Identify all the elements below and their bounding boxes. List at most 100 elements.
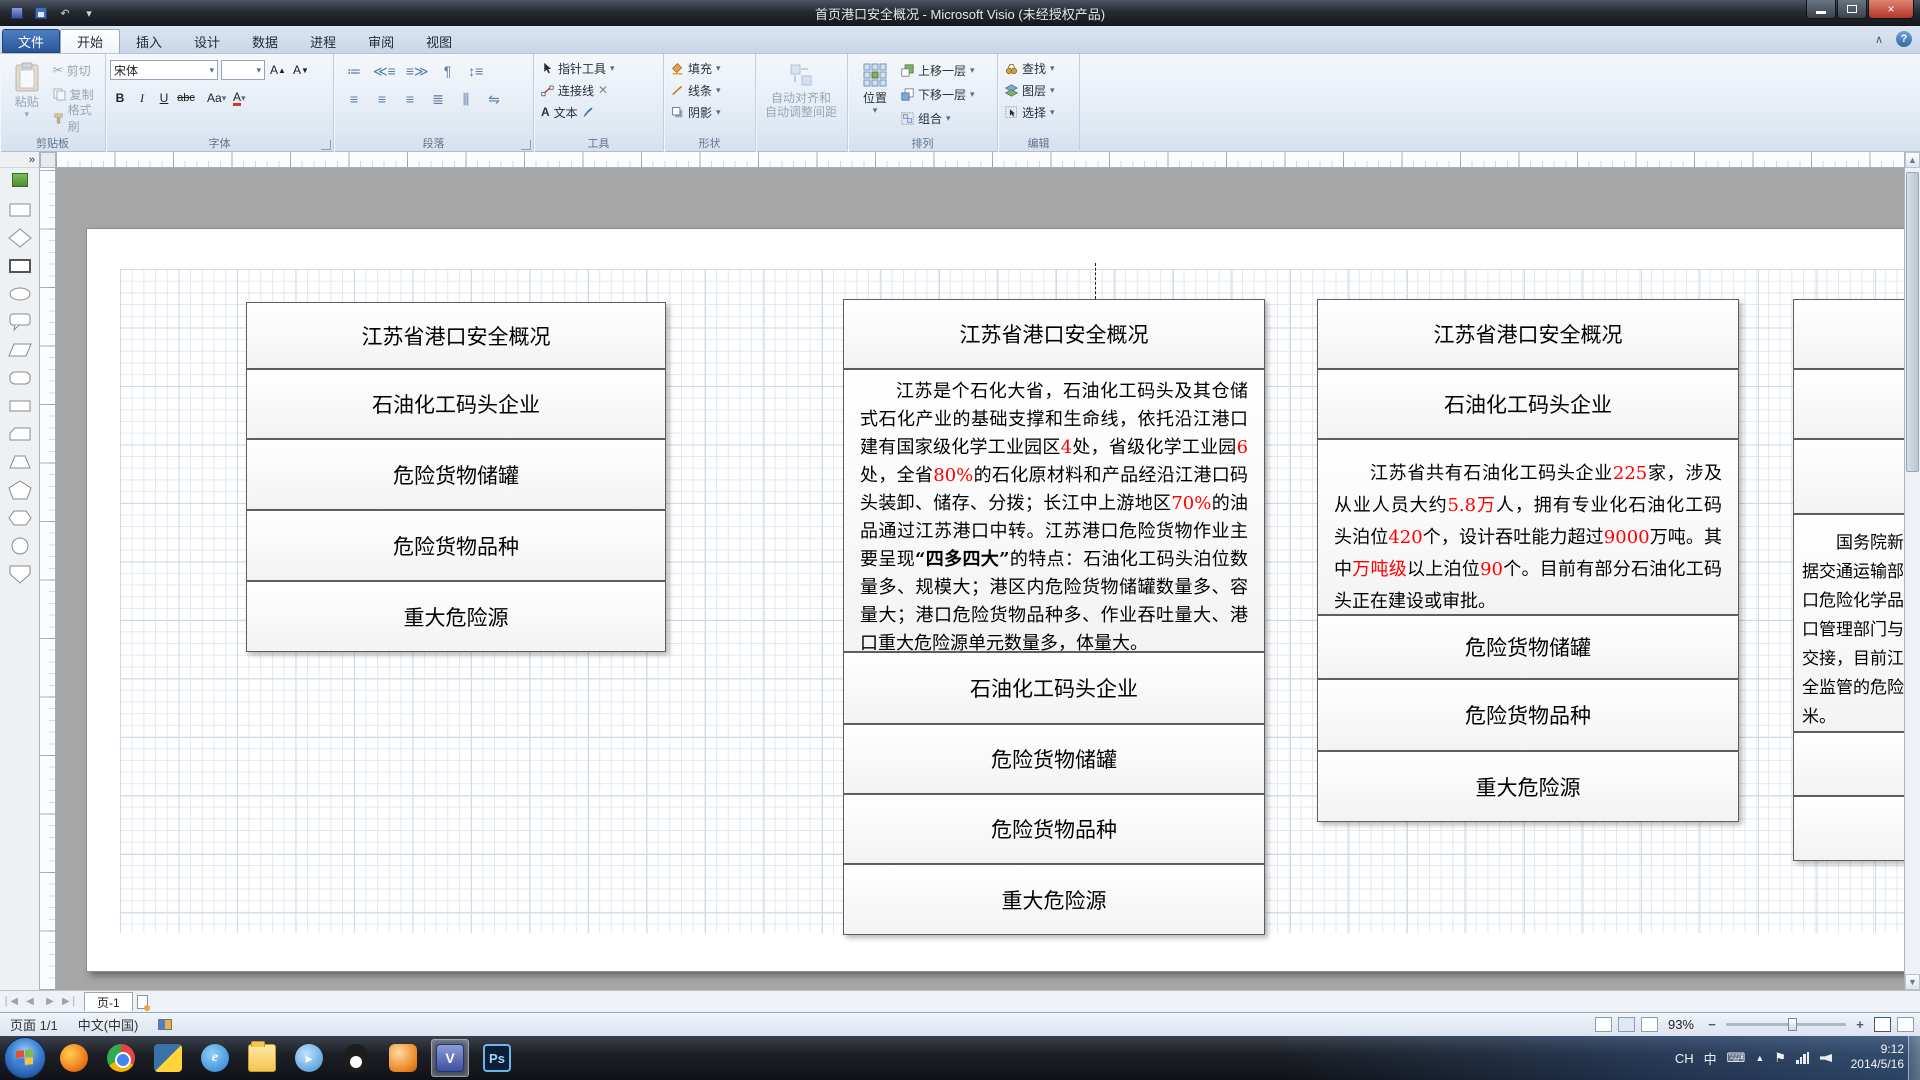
paste-button[interactable]: 粘贴 ▾ [4, 57, 50, 133]
save-icon[interactable] [32, 5, 50, 21]
status-language[interactable]: 中文(中国) [68, 1013, 149, 1036]
grow-font-button[interactable]: A▲ [268, 60, 288, 80]
tab-process[interactable]: 进程 [294, 29, 352, 53]
guide-line[interactable] [1095, 263, 1096, 299]
stencil-shape-hexagon[interactable] [7, 508, 33, 528]
bold-button[interactable]: B [110, 88, 130, 108]
shape-col1-item1[interactable]: 石油化工码头企业 [246, 369, 666, 439]
align-right-icon[interactable]: ≡ [400, 89, 420, 109]
taskbar-icon-folder[interactable] [243, 1039, 281, 1077]
zoom-slider-thumb[interactable] [1788, 1018, 1797, 1031]
shape-col4-box5[interactable] [1793, 732, 1904, 796]
shape-col3-item3[interactable]: 重大危险源 [1317, 751, 1739, 822]
shape-col3-paragraph[interactable]: 江苏省共有石油化工码头企业225家，涉及从业人员大约5.8万人，拥有专业化石油化… [1317, 439, 1739, 615]
expand-shapes-panel-icon[interactable]: » [0, 152, 39, 168]
drawing-canvas[interactable]: 江苏省港口安全概况 石油化工码头企业 危险货物储罐 危险货物品种 重大危险源 江… [56, 168, 1904, 990]
close-button[interactable]: × [1868, 0, 1914, 19]
stencil-shape-pentagon[interactable] [7, 480, 33, 500]
shape-col1-item2[interactable]: 危险货物储罐 [246, 439, 666, 510]
layers-button[interactable]: 图层▾ [1002, 79, 1075, 101]
maximize-button[interactable] [1837, 0, 1867, 19]
stencil-shape-parallelogram[interactable] [7, 340, 33, 360]
show-desktop-button[interactable] [1908, 1036, 1920, 1080]
italic-button[interactable]: I [132, 88, 152, 108]
stencil-shape-trapezoid[interactable] [7, 452, 33, 472]
paragraph-mark-icon[interactable]: ¶ [438, 61, 458, 81]
view-fullpage-icon[interactable] [1618, 1017, 1635, 1032]
shadow-button[interactable]: 阴影▾ [668, 101, 751, 123]
font-size-combo[interactable]: ▾ [221, 60, 265, 80]
group-button[interactable]: 组合▾ [898, 107, 978, 129]
bring-forward-button[interactable]: 上移一层▾ [898, 59, 978, 81]
taskbar-icon-internet-explorer[interactable]: e [196, 1039, 234, 1077]
tray-volume-icon[interactable] [1820, 1054, 1832, 1062]
stencil-shape-card[interactable] [7, 424, 33, 444]
shape-col2-item1[interactable]: 石油化工码头企业 [843, 652, 1265, 724]
shape-col4-box6[interactable] [1793, 796, 1904, 861]
minimize-ribbon-icon[interactable]: ∧ [1870, 30, 1888, 48]
strikethrough-button[interactable]: abc [176, 88, 196, 108]
connection-point-icon[interactable]: ✕ [598, 83, 608, 97]
minimize-button[interactable] [1806, 0, 1836, 19]
shape-col4-paragraph[interactable]: 国务院新《 据交通运输部和 口危险化学品安 口管理部门与安 交接，目前江苏 全监… [1793, 514, 1904, 732]
tab-insert[interactable]: 插入 [120, 29, 178, 53]
vertical-scroll-thumb[interactable] [1906, 172, 1919, 472]
zoom-slider[interactable] [1726, 1023, 1846, 1026]
clock-time[interactable]: 9:12 [1851, 1042, 1904, 1057]
cut-button[interactable]: ✂剪切 [50, 59, 101, 81]
scroll-up-icon[interactable]: ▲ [1905, 152, 1920, 168]
align-center-icon[interactable]: ≡ [372, 89, 392, 109]
tab-design[interactable]: 设计 [178, 29, 236, 53]
position-button[interactable]: 位置 ▾ [852, 57, 898, 133]
change-case-button[interactable]: Aa▾ [206, 88, 227, 108]
find-button[interactable]: 查找▾ [1002, 57, 1075, 79]
tray-lang-ch[interactable]: CH [1675, 1051, 1694, 1066]
page-tab-1[interactable]: 页-1 [84, 992, 133, 1011]
auto-align-button[interactable]: 自动对齐和自动调整间距 [760, 57, 842, 133]
switch-windows-icon[interactable] [1897, 1017, 1914, 1032]
shape-col3-top-item[interactable]: 石油化工码头企业 [1317, 369, 1739, 439]
tray-network-icon[interactable] [1796, 1052, 1810, 1064]
tab-view[interactable]: 视图 [410, 29, 468, 53]
stencil-icon[interactable] [12, 173, 28, 187]
tab-review[interactable]: 审阅 [352, 29, 410, 53]
vertical-scrollbar[interactable]: ▲ ▼ [1904, 152, 1920, 990]
stencil-shape-circle[interactable] [7, 536, 33, 556]
shape-col1-item3[interactable]: 危险货物品种 [246, 510, 666, 581]
stencil-shape-process[interactable] [7, 396, 33, 416]
taskbar-icon-photoshop[interactable]: Ps [478, 1039, 516, 1077]
shape-col3-item2[interactable]: 危险货物品种 [1317, 679, 1739, 751]
text-tool-button[interactable]: A 文本 [538, 101, 659, 123]
qat-dropdown-icon[interactable]: ▾ [80, 5, 98, 21]
shape-col1-header[interactable]: 江苏省港口安全概况 [246, 302, 666, 369]
underline-button[interactable]: U [154, 88, 174, 108]
view-normal-icon[interactable] [1595, 1017, 1612, 1032]
shape-col1-item4[interactable]: 重大危险源 [246, 581, 666, 652]
taskbar-icon-media-player[interactable]: ▸ [290, 1039, 328, 1077]
tray-action-center-icon[interactable]: ⚑ [1774, 1050, 1786, 1066]
taskbar-icon-visio[interactable]: V [431, 1039, 469, 1077]
next-page-icon[interactable]: ▶ [40, 993, 60, 1011]
taskbar-icon-chrome[interactable] [102, 1039, 140, 1077]
horizontal-ruler[interactable] [56, 152, 1904, 168]
status-page-indicator[interactable]: 页面 1/1 [0, 1013, 68, 1036]
stencil-shape-rectangle[interactable] [7, 200, 33, 220]
align-left-icon[interactable]: ≡ [344, 89, 364, 109]
connector-tool-button[interactable]: 连接线 ✕ [538, 79, 659, 101]
line-spacing-icon[interactable]: ↕≡ [466, 61, 486, 81]
start-button[interactable] [4, 1037, 46, 1079]
shape-col2-item2[interactable]: 危险货物储罐 [843, 724, 1265, 794]
shape-col2-item3[interactable]: 危险货物品种 [843, 794, 1265, 864]
fit-page-to-window-icon[interactable] [1874, 1017, 1891, 1032]
indent-decrease-icon[interactable]: ≪≡ [372, 61, 397, 81]
tab-data[interactable]: 数据 [236, 29, 294, 53]
taskbar-icon-qq[interactable] [337, 1039, 375, 1077]
justify-icon[interactable]: ≣ [428, 89, 448, 109]
text-direction-icon[interactable]: ⇋ [484, 89, 504, 109]
stencil-shape-predefined-process[interactable] [7, 256, 33, 276]
last-page-icon[interactable]: ▶❘ [60, 993, 80, 1011]
zoom-in-icon[interactable]: + [1852, 1017, 1868, 1033]
prev-page-icon[interactable]: ◀ [20, 993, 40, 1011]
tab-home[interactable]: 开始 [60, 29, 120, 53]
stencil-shape-diamond[interactable] [7, 228, 33, 248]
